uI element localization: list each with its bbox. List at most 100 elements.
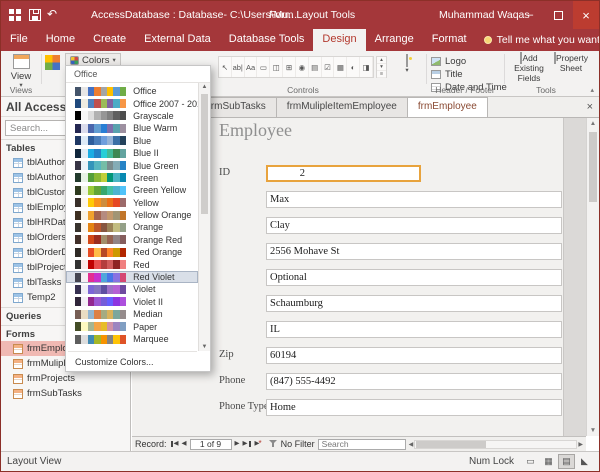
record-search-input[interactable]: Search bbox=[318, 439, 406, 450]
scrollbar-thumb[interactable] bbox=[416, 441, 486, 448]
close-button[interactable]: × bbox=[573, 1, 599, 29]
color-theme-option[interactable]: Median bbox=[66, 308, 198, 320]
tab-external-data[interactable]: External Data bbox=[135, 29, 220, 51]
chart-control-icon[interactable]: ◐ bbox=[347, 57, 360, 77]
field-value[interactable]: Max bbox=[266, 191, 562, 208]
scroll-down-icon[interactable]: ▼ bbox=[199, 344, 210, 350]
subform-control-icon[interactable]: ▦ bbox=[334, 57, 347, 77]
scroll-down-icon[interactable]: ▼ bbox=[587, 427, 599, 434]
web-browser-control-icon[interactable]: ◉ bbox=[296, 57, 309, 77]
first-record-button[interactable]: ◀ bbox=[170, 441, 179, 448]
scroll-up-icon[interactable]: ▲ bbox=[587, 120, 599, 127]
scrollbar-thumb[interactable] bbox=[201, 94, 208, 214]
color-theme-option[interactable]: Orange bbox=[66, 221, 198, 233]
title-button[interactable]: Title bbox=[431, 68, 463, 80]
customize-colors-item[interactable]: Customize Colors... bbox=[66, 354, 198, 371]
tab-design[interactable]: Design bbox=[313, 29, 365, 51]
last-record-button[interactable]: ▶ bbox=[243, 441, 252, 448]
color-theme-option[interactable]: Green Yellow bbox=[66, 184, 198, 196]
field-value[interactable]: (847) 555-4492 bbox=[266, 373, 562, 390]
field-value[interactable]: 60194 bbox=[266, 347, 562, 364]
color-theme-option[interactable]: Yellow bbox=[66, 197, 198, 209]
save-icon[interactable] bbox=[29, 9, 41, 21]
field-value[interactable]: Schaumburg bbox=[266, 295, 562, 312]
undo-icon[interactable]: ↶ bbox=[47, 7, 57, 21]
doc-tab-frmmulipleitememployee[interactable]: frmMulipleItemEmployee bbox=[276, 97, 408, 117]
field-label[interactable]: Phone bbox=[219, 375, 245, 386]
field-value[interactable]: IL bbox=[266, 321, 562, 338]
tab-arrange[interactable]: Arrange bbox=[366, 29, 423, 51]
doc-tab-frmemployee-active[interactable]: frmEmployee bbox=[407, 97, 488, 117]
color-theme-option[interactable]: Office bbox=[66, 85, 198, 97]
filter-icon[interactable] bbox=[269, 440, 278, 448]
filter-status[interactable]: No Filter bbox=[281, 439, 315, 449]
navigation-control-icon[interactable]: ▤ bbox=[309, 57, 322, 77]
horizontal-scrollbar[interactable]: ◀ ▶ bbox=[409, 439, 583, 450]
dropdown-scrollbar[interactable]: ▲ ▼ bbox=[198, 83, 210, 351]
color-theme-option[interactable]: Yellow Orange bbox=[66, 209, 198, 221]
design-view-icon[interactable]: ◣ bbox=[576, 454, 593, 469]
field-value-selected[interactable]: 2 bbox=[266, 165, 421, 182]
color-theme-option[interactable]: Paper bbox=[66, 320, 198, 332]
color-theme-option[interactable]: Blue II bbox=[66, 147, 198, 159]
hyperlink-control-icon[interactable]: ⊞ bbox=[283, 57, 296, 77]
color-theme-option[interactable]: Red bbox=[66, 258, 198, 270]
form-title[interactable]: Employee bbox=[219, 120, 292, 141]
field-value[interactable]: Optional bbox=[266, 269, 562, 286]
color-theme-option[interactable]: Orange Red bbox=[66, 234, 198, 246]
previous-record-button[interactable]: ◀ bbox=[182, 441, 187, 448]
color-theme-option[interactable]: Violet II bbox=[66, 296, 198, 308]
scrollbar-track[interactable] bbox=[414, 440, 577, 449]
layout-view-icon[interactable]: ▤ bbox=[558, 454, 575, 469]
tab-home[interactable]: Home bbox=[37, 29, 84, 51]
color-theme-option[interactable]: Grayscale bbox=[66, 110, 198, 122]
scroll-up-icon[interactable]: ▲ bbox=[199, 84, 210, 90]
color-theme-option-selected[interactable]: Red Violet bbox=[66, 271, 198, 283]
tab-create[interactable]: Create bbox=[84, 29, 135, 51]
color-theme-option[interactable]: Red Orange bbox=[66, 246, 198, 258]
new-record-button[interactable]: ▶* bbox=[255, 440, 262, 448]
color-theme-option[interactable]: Blue Warm bbox=[66, 122, 198, 134]
scroll-left-icon[interactable]: ◀ bbox=[409, 441, 414, 448]
color-theme-option[interactable]: Marquee bbox=[66, 333, 198, 345]
field-label[interactable]: ID bbox=[219, 167, 230, 178]
check-box-control-icon[interactable]: ☑ bbox=[322, 57, 335, 77]
form-view-icon[interactable]: ▭ bbox=[522, 454, 539, 469]
field-value[interactable]: Clay bbox=[266, 217, 562, 234]
color-theme-option[interactable]: Violet bbox=[66, 283, 198, 295]
tab-file[interactable]: File bbox=[1, 29, 37, 51]
color-theme-option[interactable]: Blue bbox=[66, 135, 198, 147]
property-sheet-button[interactable]: Property Sheet bbox=[549, 54, 593, 74]
tab-format[interactable]: Format bbox=[423, 29, 476, 51]
record-position[interactable]: 1 of 9 bbox=[190, 439, 232, 450]
next-record-button[interactable]: ▶ bbox=[235, 441, 240, 448]
themes-button[interactable] bbox=[45, 55, 60, 70]
button-control-icon[interactable]: ▭ bbox=[257, 57, 270, 77]
field-label[interactable]: Phone Type bbox=[219, 401, 269, 412]
color-theme-option[interactable]: Blue Green bbox=[66, 159, 198, 171]
nav-item-form[interactable]: frmSubTasks bbox=[1, 386, 130, 401]
close-document-icon[interactable]: × bbox=[581, 101, 599, 113]
restore-button[interactable] bbox=[545, 1, 571, 29]
select-control-icon[interactable]: ↖ bbox=[219, 57, 232, 77]
field-value[interactable]: 2556 Mohave St bbox=[266, 243, 562, 260]
text-box-control-icon[interactable]: ab| bbox=[232, 57, 245, 77]
tell-me-box[interactable]: Tell me what you want to do bbox=[484, 29, 600, 51]
tab-control-icon[interactable]: ◫ bbox=[270, 57, 283, 77]
collapse-ribbon-icon[interactable]: ▴ bbox=[590, 86, 594, 94]
nav-item-form[interactable]: frmProjects bbox=[1, 371, 130, 386]
image-control-icon[interactable]: ◨ bbox=[360, 57, 373, 77]
datasheet-view-icon[interactable]: ▦ bbox=[540, 454, 557, 469]
insert-image-button[interactable]: ▾ bbox=[392, 55, 422, 74]
app-launcher-icon[interactable] bbox=[9, 9, 22, 22]
tab-database-tools[interactable]: Database Tools bbox=[220, 29, 314, 51]
scrollbar-thumb[interactable] bbox=[589, 132, 597, 202]
label-control-icon[interactable]: Aa bbox=[245, 57, 258, 77]
minimize-button[interactable]: – bbox=[517, 1, 543, 29]
add-existing-fields-button[interactable]: Add Existing Fields bbox=[507, 54, 551, 83]
field-label[interactable]: Zip bbox=[219, 349, 234, 360]
scroll-right-icon[interactable]: ▶ bbox=[578, 441, 583, 448]
gallery-more-icon[interactable]: ≡ bbox=[377, 71, 386, 78]
color-theme-option[interactable]: Green bbox=[66, 172, 198, 184]
color-theme-option[interactable]: Office 2007 - 2010 bbox=[66, 97, 198, 109]
